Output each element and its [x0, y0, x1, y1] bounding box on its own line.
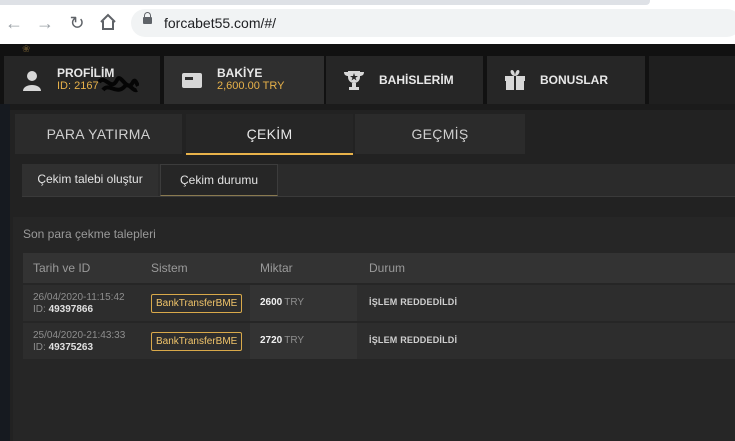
withdraw-panel: PARA YATIRMA ÇEKİM GEÇMİŞ Çekim talebi o… — [10, 110, 735, 441]
cell-amount: 2720 TRY — [250, 323, 357, 359]
app-root: ❀ PROFİLİM ID: 2167 BAKİYE 2,600.00 TRY … — [0, 44, 735, 441]
cell-status: İŞLEM REDDEDİLDİ — [359, 323, 735, 359]
cell-date-id: 25/04/2020-21:43:33 ID: 49375263 — [23, 323, 140, 359]
logo-strip: ❀ — [0, 44, 735, 56]
col-status: Durum — [369, 261, 406, 275]
row-id-line: ID: 49397866 — [33, 304, 93, 315]
reload-icon[interactable]: ↻ — [66, 12, 88, 34]
row-id: 49397866 — [48, 304, 94, 315]
tab-strip — [0, 0, 650, 5]
bonuses-title: BONUSLAR — [540, 73, 608, 87]
cell-status: İŞLEM REDDEDİLDİ — [359, 285, 735, 321]
cell-amount: 2600 TRY — [250, 285, 357, 321]
browser-toolbar: ← → ↻ forcabet55.com/#/ — [0, 0, 735, 44]
user-icon — [23, 71, 41, 91]
actions-divider — [22, 196, 735, 197]
table-header: Tarih ve ID Sistem Miktar Durum — [23, 253, 735, 283]
row-id-line: ID: 49375263 — [33, 342, 93, 353]
tab-deposit[interactable]: PARA YATIRMA — [15, 114, 182, 154]
system-badge: BankTransferBME — [151, 332, 243, 351]
forward-arrow-icon[interactable]: → — [34, 12, 56, 34]
row-amount: 2600 TRY — [260, 297, 304, 308]
table-row: 25/04/2020-21:43:33 ID: 49375263 BankTra… — [23, 323, 735, 359]
row-currency: TRY — [284, 297, 305, 308]
account-nav: PROFİLİM ID: 2167 BAKİYE 2,600.00 TRY BA… — [0, 56, 735, 104]
row-currency: TRY — [284, 335, 305, 346]
bets-title: BAHİSLERİM — [379, 73, 454, 87]
nav-tab-balance[interactable]: BAKİYE 2,600.00 TRY — [164, 56, 324, 104]
create-withdraw-button[interactable]: Çekim talebi oluştur — [22, 164, 158, 196]
row-amount: 2720 TRY — [260, 335, 304, 346]
col-system: Sistem — [151, 261, 188, 275]
withdraw-status-button[interactable]: Çekim durumu — [160, 164, 278, 196]
system-badge: BankTransferBME — [151, 294, 243, 313]
nav-tab-bets[interactable]: BAHİSLERİM — [326, 56, 483, 104]
row-date: 26/04/2020-11:15:42 — [33, 292, 125, 303]
withdraw-actions: Çekim talebi oluştur Çekim durumu — [22, 164, 735, 196]
url-text: forcabet55.com/#/ — [164, 15, 277, 31]
row-status: İŞLEM REDDEDİLDİ — [369, 297, 458, 307]
payment-subtabs: PARA YATIRMA ÇEKİM GEÇMİŞ — [15, 114, 735, 155]
home-icon-svg — [100, 13, 116, 30]
balance-title: BAKİYE — [217, 66, 263, 80]
tab-history[interactable]: GEÇMİŞ — [355, 114, 525, 154]
logo-ornament-icon: ❀ — [22, 44, 31, 55]
section-heading: Son para çekme talepleri — [23, 227, 156, 241]
nav-tab-empty — [649, 56, 735, 104]
col-date-id: Tarih ve ID — [33, 261, 91, 275]
nav-tab-bonuses[interactable]: BONUSLAR — [487, 56, 645, 104]
cell-date-id: 26/04/2020-11:15:42 ID: 49397866 — [23, 285, 140, 321]
lock-icon — [143, 12, 152, 24]
row-date: 25/04/2020-21:43:33 — [33, 330, 126, 341]
row-id-prefix: ID: — [33, 342, 49, 353]
row-status: İŞLEM REDDEDİLDİ — [369, 335, 458, 345]
row-id: 49375263 — [48, 342, 94, 353]
row-id-prefix: ID: — [33, 304, 49, 315]
balance-amount: 2,600.00 TRY — [217, 80, 285, 92]
row-amount-value: 2600 — [260, 297, 283, 308]
recent-withdrawals: Son para çekme talepleri Tarih ve ID Sis… — [13, 217, 735, 441]
home-icon[interactable] — [97, 12, 119, 34]
nav-tab-profile[interactable]: PROFİLİM ID: 2167 — [4, 56, 160, 104]
table-row: 26/04/2020-11:15:42 ID: 49397866 BankTra… — [23, 285, 735, 321]
cell-system: BankTransferBME — [142, 323, 248, 359]
wallet-icon — [182, 73, 202, 88]
left-edge — [0, 104, 10, 441]
cell-system: BankTransferBME — [142, 285, 248, 321]
profile-id: ID: 2167 — [57, 80, 99, 92]
tab-withdraw[interactable]: ÇEKİM — [186, 114, 353, 155]
col-amount: Miktar — [260, 261, 293, 275]
trophy-icon — [344, 71, 364, 90]
address-bar[interactable]: forcabet55.com/#/ — [131, 9, 735, 37]
row-amount-value: 2720 — [260, 335, 283, 346]
gift-icon — [505, 70, 525, 90]
back-arrow-icon[interactable]: ← — [3, 12, 25, 34]
redaction-scribble — [97, 76, 139, 93]
